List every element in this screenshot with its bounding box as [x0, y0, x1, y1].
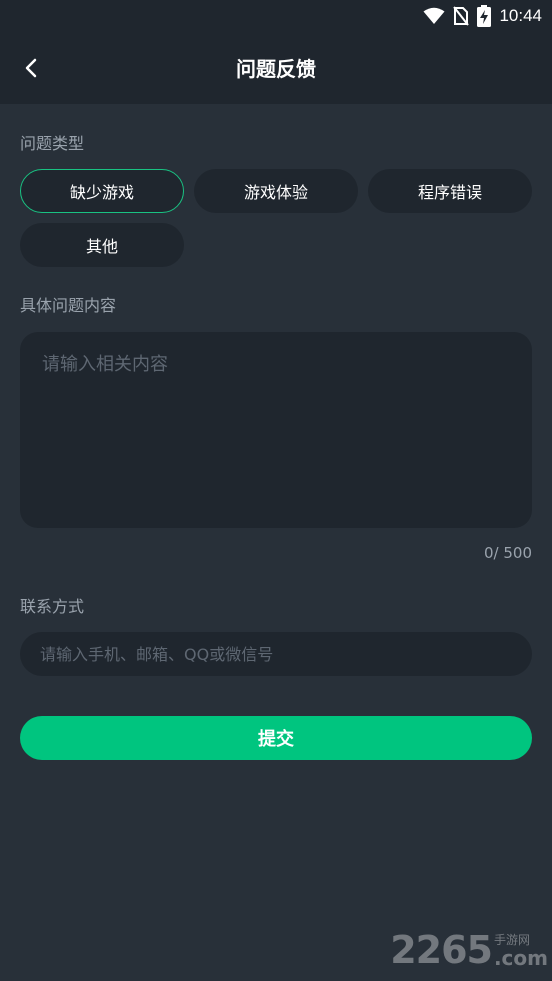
no-sim-icon [453, 6, 470, 26]
watermark-side: 手游网 .com [494, 933, 548, 969]
watermark-logo: 2265 手游网 .com [390, 931, 548, 969]
content-label: 具体问题内容 [20, 296, 117, 315]
issue-type-option-other[interactable]: 其他 [20, 223, 184, 267]
wifi-icon [423, 7, 445, 24]
contact-input-container [20, 632, 532, 676]
watermark-number: 2265 [390, 928, 493, 972]
status-icons: 10:44 [423, 4, 542, 28]
submit-button[interactable]: 提交 [20, 716, 532, 760]
issue-type-option-program-error[interactable]: 程序错误 [368, 169, 532, 213]
contact-input[interactable] [20, 632, 532, 676]
battery-charging-icon [477, 5, 492, 27]
issue-type-option-game-experience[interactable]: 游戏体验 [194, 169, 358, 213]
issue-type-label: 问题类型 [20, 134, 85, 153]
status-bar: 10:44 [0, 0, 552, 33]
contact-label: 联系方式 [20, 597, 85, 616]
content-textarea[interactable] [20, 332, 532, 528]
app-header: 问题反馈 [0, 33, 552, 104]
watermark-cn-text: 手游网 [493, 933, 530, 947]
issue-type-option-missing-game[interactable]: 缺少游戏 [20, 169, 184, 213]
status-time: 10:44 [499, 6, 542, 25]
character-counter: 0/ 500 [484, 544, 532, 562]
page-title: 问题反馈 [236, 57, 316, 81]
content-textarea-container [20, 332, 532, 528]
watermark-suffix: .com [493, 946, 548, 970]
